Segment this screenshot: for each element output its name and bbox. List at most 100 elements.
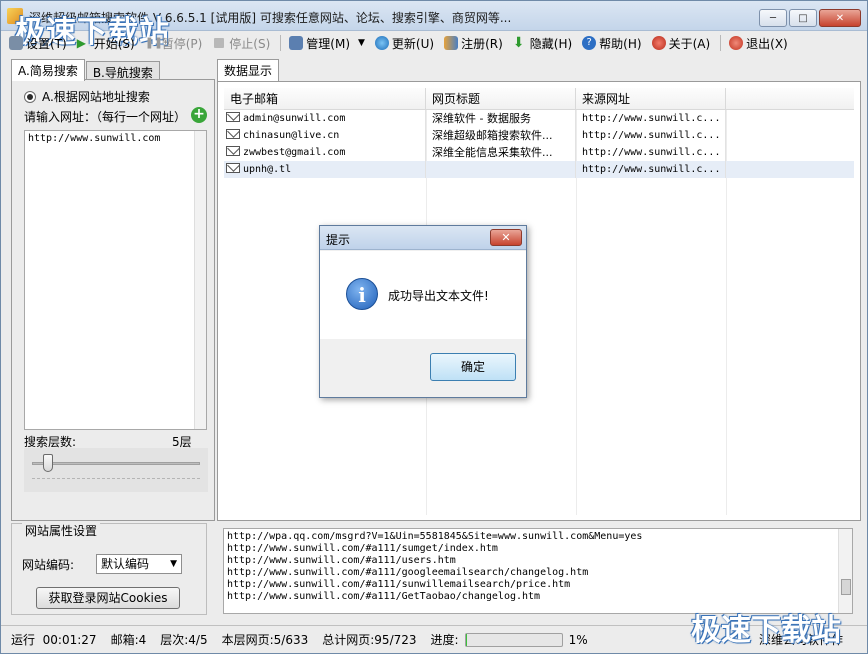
chevron-down-icon: ▼ <box>170 559 177 569</box>
scrollbar-thumb[interactable] <box>841 579 851 595</box>
status-mailbox: 邮箱:4 <box>110 633 147 647</box>
table-row[interactable]: chinasun@live.cn 深维超级邮箱搜索软件... http://ww… <box>224 127 854 144</box>
toolbar-separator <box>280 35 282 51</box>
log-line: http://www.sunwill.com/#a111/sunwillemai… <box>227 579 571 590</box>
stop-button[interactable]: 停止(S) <box>212 35 270 52</box>
url-textarea[interactable]: http://www.sunwill.com <box>24 130 207 430</box>
table-row[interactable]: zwwbest@gmail.com 深维全能信息采集软件... http://w… <box>224 144 854 161</box>
radio-button[interactable] <box>24 90 36 103</box>
column-header-email[interactable]: 电子邮箱 <box>224 88 426 110</box>
maximize-button[interactable]: □ <box>789 9 817 27</box>
hide-button[interactable]: ⬇ 隐藏(H) <box>513 35 572 52</box>
people-icon <box>444 36 459 50</box>
exit-label: 退出(X) <box>746 36 788 51</box>
source-cell: http://www.sunwill.c... <box>576 127 726 144</box>
ok-button[interactable]: 确定 <box>430 353 516 381</box>
pause-button[interactable]: ❚❚ 暂停(P) <box>145 35 203 52</box>
manage-button[interactable]: 管理(M) ▼ <box>289 35 365 52</box>
about-icon <box>651 36 666 50</box>
add-icon[interactable]: + <box>191 107 207 123</box>
settings-button[interactable]: 设置(T) <box>9 35 67 52</box>
tab-nav-search[interactable]: B.导航搜索 <box>85 61 160 81</box>
table-row[interactable]: admin@sunwill.com 深维软件 - 数据服务 http://www… <box>224 110 854 127</box>
tab-data-display[interactable]: 数据显示 <box>217 59 280 81</box>
envelope-icon <box>226 112 240 122</box>
register-button[interactable]: 注册(R) <box>444 35 503 52</box>
stop-label: 停止(S) <box>229 36 271 51</box>
status-level: 层次:4/5 <box>160 633 208 647</box>
progress-label: 进度: <box>430 633 459 647</box>
encoding-label: 网站编码: <box>22 558 75 572</box>
status-running: 运行 00:01:27 <box>11 631 97 648</box>
slider-thumb[interactable] <box>43 454 53 472</box>
dialog-title-bar: 提示 ✕ <box>320 226 526 250</box>
help-icon: ? <box>582 36 597 50</box>
log-scrollbar[interactable] <box>838 529 852 613</box>
title-cell <box>426 161 576 178</box>
depth-slider[interactable] <box>24 448 208 492</box>
update-button[interactable]: 更新(U) <box>374 35 435 52</box>
results-grid: 电子邮箱 网页标题 来源网址 admin@sunwill.com 深维软件 - … <box>217 81 861 521</box>
source-cell: http://www.sunwill.c... <box>576 144 726 161</box>
pause-icon: ❚❚ <box>144 36 164 49</box>
email-cell: admin@sunwill.com <box>224 110 426 127</box>
radio-dot <box>27 93 33 100</box>
close-button[interactable]: ✕ <box>819 9 861 27</box>
table-row[interactable]: upnh@.tl http://www.sunwill.c... <box>224 161 854 178</box>
window-controls: ─ □ ✕ <box>759 9 861 27</box>
url-value: http://www.sunwill.com <box>28 133 161 144</box>
log-line: http://wpa.qq.com/msgrd?V=1&Uin=5581845&… <box>227 531 643 542</box>
about-button[interactable]: 关于(A) <box>651 35 710 52</box>
dialog-title: 提示 <box>326 233 351 247</box>
tab-simple-search[interactable]: A.简易搜索 <box>11 59 85 81</box>
left-pane: A.简易搜索 B.导航搜索 A.根据网站地址搜索 请输入网址：（每行一个网址） … <box>9 59 215 521</box>
dialog-close-button[interactable]: ✕ <box>490 229 522 246</box>
search-by-url-radio[interactable]: A.根据网站地址搜索 <box>24 88 150 105</box>
hide-label: 隐藏(H) <box>529 36 573 51</box>
column-header-title[interactable]: 网页标题 <box>426 88 576 110</box>
manage-label: 管理(M) <box>306 36 350 51</box>
encoding-value: 默认编码 <box>101 557 150 571</box>
help-button[interactable]: ? 帮助(H) <box>582 35 642 52</box>
site-properties-group: 网站属性设置 网站编码: 默认编码 ▼ 获取登录网站Cookies <box>11 522 207 615</box>
exit-button[interactable]: 退出(X) <box>729 35 788 52</box>
title-cell: 深维全能信息采集软件... <box>426 144 576 161</box>
encoding-select[interactable]: 默认编码 ▼ <box>96 554 182 574</box>
slider-track <box>32 462 200 465</box>
manage-icon <box>289 36 304 50</box>
start-button[interactable]: ▶ 开始(S) <box>77 35 135 52</box>
chevron-down-icon: ▼ <box>358 38 365 48</box>
email-text: zwwbest@gmail.com <box>243 147 346 158</box>
email-text: admin@sunwill.com <box>243 113 346 124</box>
toolbar-separator <box>720 35 722 51</box>
log-line: http://www.sunwill.com/#a111/GetTaobao/c… <box>227 591 541 602</box>
dialog-body: i 成功导出文本文件! <box>320 251 526 339</box>
log-line: http://www.sunwill.com/#a111/googleemail… <box>227 567 589 578</box>
main-window: 深维超级邮箱搜索软件 V 6.6.5.1 [试用版] 可搜索任意网站、论坛、搜索… <box>0 0 868 654</box>
url-log[interactable]: http://wpa.qq.com/msgrd?V=1&Uin=5581845&… <box>223 528 853 614</box>
progress-bar <box>464 632 563 647</box>
minimize-button[interactable]: ─ <box>759 9 787 27</box>
title-bar: 深维超级邮箱搜索软件 V 6.6.5.1 [试用版] 可搜索任意网站、论坛、搜索… <box>1 1 867 50</box>
column-header-source[interactable]: 来源网址 <box>576 88 726 110</box>
update-label: 更新(U) <box>391 36 435 51</box>
pause-label: 暂停(P) <box>161 36 203 51</box>
stop-icon <box>214 38 225 48</box>
toolbar: 设置(T) ▶ 开始(S) ❚❚ 暂停(P) 停止(S) 管理(M) ▼ 更新(… <box>1 31 867 55</box>
progress-fill <box>465 633 467 646</box>
email-cell: upnh@.tl <box>224 161 426 178</box>
source-cell: http://www.sunwill.c... <box>576 110 726 127</box>
radio-label: A.根据网站地址搜索 <box>42 90 150 104</box>
status-layer-pages: 本层网页:5/633 <box>221 633 309 647</box>
progress-percent: 1% <box>568 632 588 647</box>
info-icon: i <box>346 278 378 310</box>
column-header-empty <box>726 88 854 110</box>
title-cell: 深维超级邮箱搜索软件... <box>426 127 576 144</box>
email-cell: chinasun@live.cn <box>224 127 426 144</box>
source-cell: http://www.sunwill.c... <box>576 161 726 178</box>
textarea-scrollbar[interactable] <box>194 131 206 429</box>
help-label: 帮助(H) <box>599 36 642 51</box>
slider-ticks <box>32 478 200 482</box>
watermark-bottom: 极速下载站 <box>691 613 841 648</box>
get-cookies-button[interactable]: 获取登录网站Cookies <box>36 587 180 609</box>
